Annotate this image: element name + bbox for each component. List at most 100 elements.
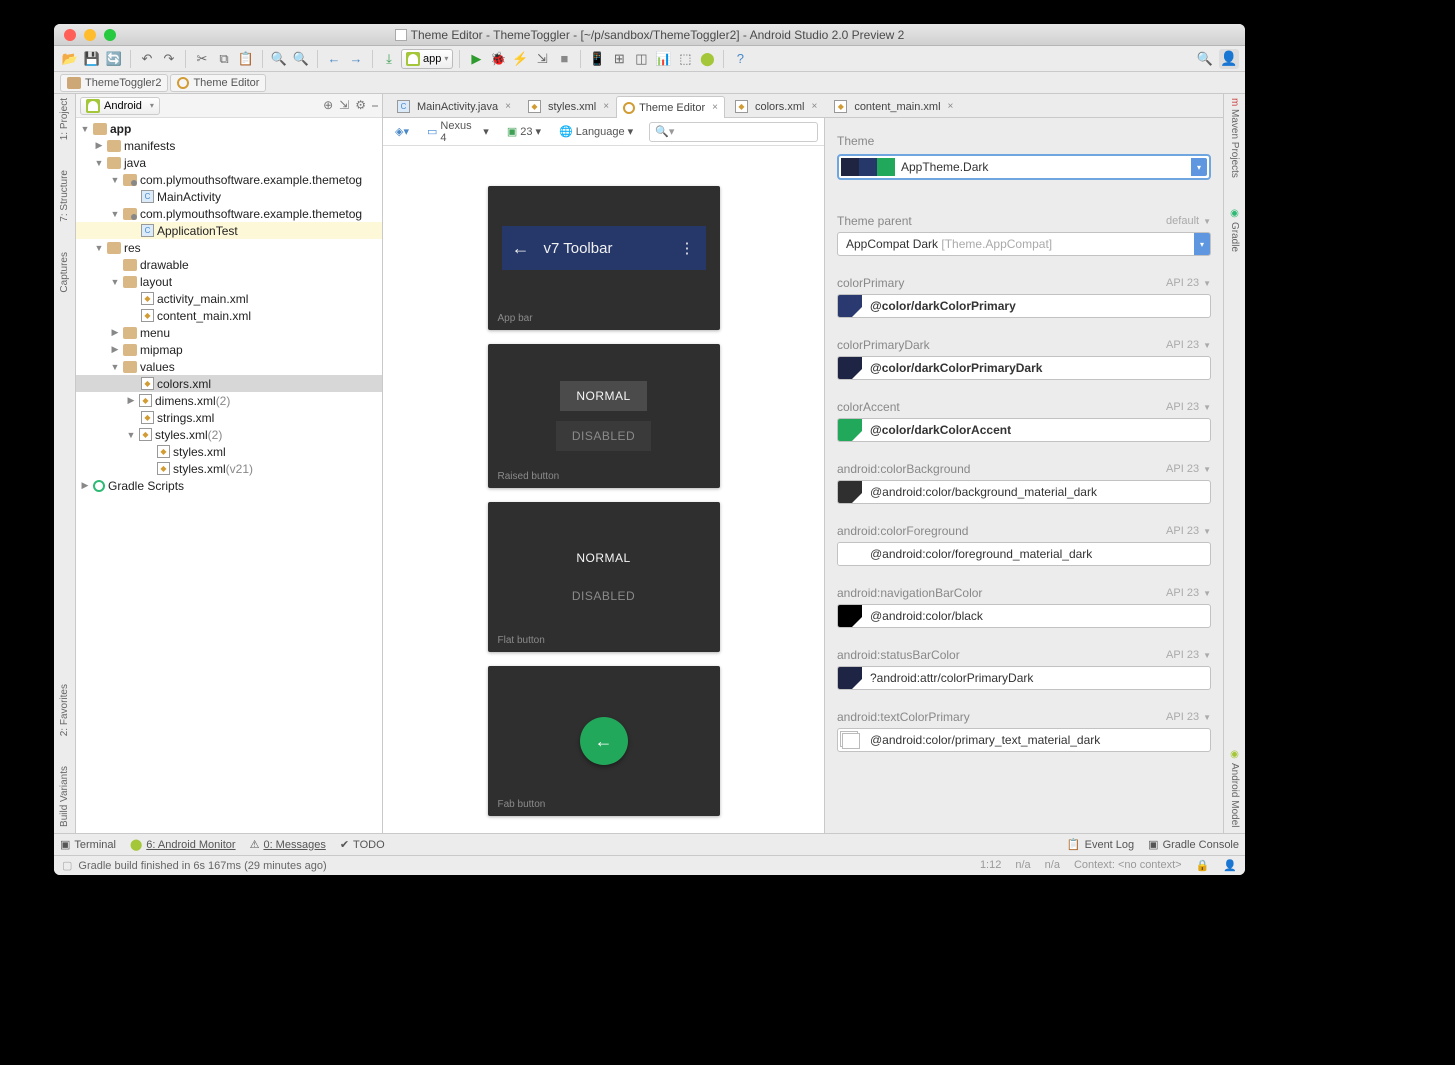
- cut-icon[interactable]: ✂: [192, 49, 212, 69]
- lock-icon[interactable]: 🔒: [1196, 859, 1210, 872]
- debug-icon[interactable]: 🐞: [488, 49, 508, 69]
- tab-maven[interactable]: mMaven Projects: [1229, 98, 1240, 178]
- module-selector[interactable]: app▾: [401, 49, 453, 69]
- tab-favorites[interactable]: 2: Favorites: [59, 684, 70, 736]
- chevron-down-icon[interactable]: ▼: [1203, 341, 1211, 350]
- tab-structure[interactable]: 7: Structure: [59, 170, 70, 222]
- tab-mainactivity[interactable]: MainActivity.java×: [387, 95, 518, 117]
- chevron-down-icon[interactable]: ▼: [1203, 651, 1211, 660]
- settings-icon[interactable]: ⚙: [355, 98, 366, 113]
- tab-build-variants[interactable]: Build Variants: [59, 766, 70, 827]
- tree-node[interactable]: drawable: [76, 256, 382, 273]
- tab-styles[interactable]: styles.xml×: [518, 95, 616, 117]
- make-icon[interactable]: ⤓: [379, 49, 399, 69]
- tree-node[interactable]: ApplicationTest: [76, 222, 382, 239]
- attr-value-field[interactable]: @android:color/primary_text_material_dar…: [837, 728, 1211, 752]
- hide-icon[interactable]: ⎯: [372, 98, 378, 113]
- tab-terminal[interactable]: ▣ Terminal: [60, 838, 116, 851]
- language-selector[interactable]: 🌐Language▾: [553, 123, 639, 140]
- tree-node[interactable]: ▶manifests: [76, 137, 382, 154]
- collapse-icon[interactable]: ⇲: [339, 98, 349, 113]
- tab-gradle-console[interactable]: ▣ Gradle Console: [1148, 838, 1239, 851]
- zoom-button[interactable]: [104, 29, 116, 41]
- tree-node[interactable]: ▼styles.xml (2): [76, 426, 382, 443]
- tree-node[interactable]: styles.xml: [76, 443, 382, 460]
- tab-colors[interactable]: colors.xml×: [725, 95, 824, 117]
- attr-value-field[interactable]: ?android:attr/colorPrimaryDark: [837, 666, 1211, 690]
- attr-value-field[interactable]: @android:color/foreground_material_dark: [837, 542, 1211, 566]
- attr-value-field[interactable]: @color/darkColorPrimary: [837, 294, 1211, 318]
- close-icon[interactable]: ×: [505, 101, 511, 112]
- parent-selector[interactable]: AppCompat Dark [Theme.AppCompat] ▾: [837, 232, 1211, 256]
- open-icon[interactable]: 📂: [60, 49, 80, 69]
- tree-node[interactable]: ▼values: [76, 358, 382, 375]
- run-icon[interactable]: ▶: [466, 49, 486, 69]
- tree-node[interactable]: ▶dimens.xml (2): [76, 392, 382, 409]
- account-icon[interactable]: 👤: [1219, 49, 1239, 69]
- target-icon[interactable]: ⊕: [323, 98, 333, 113]
- minimize-button[interactable]: [84, 29, 96, 41]
- layout-icon[interactable]: ◫: [631, 49, 651, 69]
- avd-icon[interactable]: 📱: [587, 49, 607, 69]
- tab-todo[interactable]: ✔ TODO: [340, 838, 385, 851]
- breadcrumb-project[interactable]: ThemeToggler2: [60, 74, 168, 92]
- help-icon[interactable]: ?: [730, 49, 750, 69]
- chevron-down-icon[interactable]: ▼: [1203, 403, 1211, 412]
- tab-theme-editor[interactable]: Theme Editor×: [616, 96, 725, 118]
- stop-icon[interactable]: ■: [554, 49, 574, 69]
- capture-icon[interactable]: ⬚: [675, 49, 695, 69]
- chevron-down-icon[interactable]: ▼: [1203, 279, 1211, 288]
- search-everywhere-icon[interactable]: 🔍: [1195, 49, 1215, 69]
- tree-node[interactable]: ▶menu: [76, 324, 382, 341]
- replace-icon[interactable]: 🔍: [291, 49, 311, 69]
- api-selector[interactable]: ▣23▾: [501, 123, 547, 140]
- attach-icon[interactable]: ⇲: [532, 49, 552, 69]
- tree-node-app[interactable]: ▼app: [76, 120, 382, 137]
- tree-node[interactable]: ▼java: [76, 154, 382, 171]
- tab-gradle[interactable]: ◉Gradle: [1229, 208, 1240, 252]
- attr-value-field[interactable]: @android:color/black: [837, 604, 1211, 628]
- tab-captures[interactable]: Captures: [59, 252, 70, 293]
- tree-node[interactable]: ▼com.plymouthsoftware.example.themetog: [76, 205, 382, 222]
- project-tree[interactable]: ▼app ▶manifests ▼java ▼com.plymouthsoftw…: [76, 118, 382, 833]
- chevron-down-icon[interactable]: ▼: [1203, 713, 1211, 722]
- tree-node[interactable]: styles.xml (v21): [76, 460, 382, 477]
- tab-project[interactable]: 1: Project: [59, 98, 70, 140]
- tab-android-monitor[interactable]: ⬤ 6: Android Monitor: [130, 838, 236, 851]
- close-button[interactable]: [64, 29, 76, 41]
- tab-messages[interactable]: ⚠ 0: Messages: [250, 838, 326, 851]
- attr-value-field[interactable]: @color/darkColorPrimaryDark: [837, 356, 1211, 380]
- sync-icon[interactable]: 🔄: [104, 49, 124, 69]
- redo-icon[interactable]: ↷: [159, 49, 179, 69]
- chevron-down-icon[interactable]: ▼: [1203, 217, 1211, 226]
- forward-icon[interactable]: →: [346, 49, 366, 69]
- save-icon[interactable]: 💾: [82, 49, 102, 69]
- orientation-icon[interactable]: ◈▾: [389, 123, 415, 140]
- sdk-icon[interactable]: ⊞: [609, 49, 629, 69]
- tab-android-model[interactable]: ◉Android Model: [1229, 749, 1240, 827]
- chevron-down-icon[interactable]: ▼: [1203, 465, 1211, 474]
- android-small-icon[interactable]: ⬤: [697, 49, 717, 69]
- apply-icon[interactable]: ⚡: [510, 49, 530, 69]
- project-view-selector[interactable]: Android▾: [80, 97, 160, 115]
- search-input[interactable]: 🔍▾: [649, 122, 818, 142]
- chevron-down-icon[interactable]: ▼: [1203, 527, 1211, 536]
- device-selector[interactable]: ▭Nexus 4▾: [421, 118, 495, 146]
- close-icon[interactable]: ×: [712, 102, 718, 113]
- tree-node[interactable]: ▶mipmap: [76, 341, 382, 358]
- tab-event-log[interactable]: 📋 Event Log: [1067, 838, 1134, 851]
- tree-node[interactable]: strings.xml: [76, 409, 382, 426]
- theme-selector[interactable]: AppTheme.Dark ▾: [837, 154, 1211, 180]
- tree-node-selected[interactable]: colors.xml: [76, 375, 382, 392]
- tree-node[interactable]: content_main.xml: [76, 307, 382, 324]
- close-icon[interactable]: ×: [948, 101, 954, 112]
- tree-node-gradle[interactable]: ▶Gradle Scripts: [76, 477, 382, 494]
- android-monitor-icon[interactable]: 📊: [653, 49, 673, 69]
- tree-node[interactable]: activity_main.xml: [76, 290, 382, 307]
- tree-node[interactable]: MainActivity: [76, 188, 382, 205]
- copy-icon[interactable]: ⧉: [214, 49, 234, 69]
- close-icon[interactable]: ×: [603, 101, 609, 112]
- tab-content-main[interactable]: content_main.xml×: [824, 95, 960, 117]
- back-icon[interactable]: ←: [324, 49, 344, 69]
- close-icon[interactable]: ×: [811, 101, 817, 112]
